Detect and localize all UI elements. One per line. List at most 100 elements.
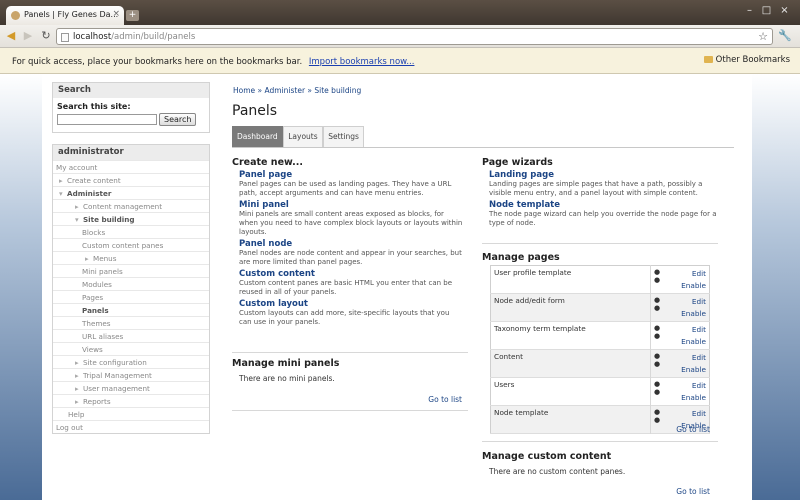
edit-link[interactable]: Edit	[654, 408, 706, 420]
divider-left-bottom	[232, 410, 468, 411]
bookmark-star-icon[interactable]: ☆	[758, 30, 768, 43]
create-new-section: Create new... Panel page Panel pages can…	[232, 157, 468, 327]
node-template-link[interactable]: Node template	[489, 200, 720, 210]
menu-item-administer[interactable]: ▾ Administer	[53, 186, 209, 199]
tab-settings[interactable]: Settings	[323, 126, 364, 147]
edit-link[interactable]: Edit	[654, 296, 706, 308]
menu-item-views[interactable]: Views	[53, 342, 209, 355]
enable-link[interactable]: Enable	[654, 392, 706, 404]
menu-item-site-configuration[interactable]: ▸ Site configuration	[53, 355, 209, 368]
page-name: Node add/edit form	[490, 293, 651, 322]
tab-dashboard[interactable]: Dashboard	[232, 126, 283, 147]
divider-right	[482, 243, 718, 244]
page-title: Panels	[232, 103, 278, 119]
minimize-icon[interactable]: –	[742, 4, 757, 18]
other-bookmarks-label: Other Bookmarks	[715, 55, 790, 65]
menu-item-help[interactable]: Help	[53, 407, 209, 420]
divider-left	[232, 352, 468, 353]
edit-link[interactable]: Edit	[654, 380, 706, 392]
table-row: Node add/edit form ● ● Edit Enable	[490, 293, 710, 322]
enable-link[interactable]: Enable	[654, 280, 706, 292]
menu-item-modules[interactable]: Modules	[53, 277, 209, 290]
menu-item-pages[interactable]: Pages	[53, 290, 209, 303]
tab-layouts[interactable]: Layouts	[283, 126, 323, 147]
background-left	[0, 74, 42, 500]
custom-layout-link[interactable]: Custom layout	[239, 299, 468, 309]
wrench-icon[interactable]: 🔧	[777, 29, 793, 43]
bookmarks-hint: For quick access, place your bookmarks h…	[12, 57, 303, 67]
other-bookmarks-button[interactable]: Other Bookmarks	[703, 55, 790, 65]
tab-divider	[232, 147, 734, 148]
wizards-section: Page wizards Landing page Landing pages …	[482, 157, 720, 228]
menu-item-user-management[interactable]: ▸ User management	[53, 381, 209, 394]
page-name: User profile template	[490, 265, 651, 294]
menu-item-log-out[interactable]: Log out	[53, 420, 209, 433]
menu-item-site-building[interactable]: ▾ Site building	[53, 212, 209, 225]
url-host: localhost	[73, 32, 112, 42]
menu-item-menus[interactable]: ▸ Menus	[53, 251, 209, 264]
custom-layout-desc: Custom layouts can add more, site-specif…	[239, 309, 450, 326]
enable-link[interactable]: Enable	[654, 308, 706, 320]
menu-item-content-management[interactable]: ▸ Content management	[53, 199, 209, 212]
mini-panels-goto-link[interactable]: Go to list	[402, 395, 462, 404]
node-template-desc: The node page wizard can help you overri…	[489, 210, 717, 227]
menu-item-blocks[interactable]: Blocks	[53, 225, 209, 238]
tab-title: Panels | Fly Genes Da...	[24, 10, 119, 19]
edit-link[interactable]: Edit	[654, 352, 706, 364]
reload-icon[interactable]: ↻	[38, 29, 54, 43]
manage-pages-heading: Manage pages	[482, 252, 560, 263]
panel-node-desc: Panel nodes are node content and appear …	[239, 249, 462, 266]
admin-menu: My account ▸ Create content ▾ Administer ▸…	[53, 160, 209, 433]
custom-content-heading: Manage custom content	[482, 451, 612, 462]
menu-item-reports[interactable]: ▸ Reports	[53, 394, 209, 407]
import-bookmarks-link[interactable]: Import bookmarks now...	[309, 57, 415, 67]
manage-pages-table: User profile template ● ● Edit Enable Node …	[490, 265, 710, 434]
menu-item-create-content[interactable]: ▸ Create content	[53, 173, 209, 186]
bullet: ● ●	[654, 268, 661, 284]
search-input[interactable]	[57, 114, 157, 125]
panel-page-link[interactable]: Panel page	[239, 170, 468, 180]
address-bar[interactable]: localhost/admin/build/panels ☆	[56, 28, 773, 45]
divider-right-2	[482, 441, 718, 442]
new-tab-button[interactable]: +	[126, 10, 139, 21]
close-tab-icon[interactable]: ×	[112, 9, 120, 19]
manage-pages-goto-link[interactable]: Go to list	[650, 425, 710, 434]
menu-item-my-account[interactable]: My account	[53, 160, 209, 173]
back-icon[interactable]: ◀	[3, 29, 19, 43]
menu-item-url-aliases[interactable]: URL aliases	[53, 329, 209, 342]
custom-content-link[interactable]: Custom content	[239, 269, 468, 279]
background-right	[752, 74, 800, 500]
browser-tab[interactable]: Panels | Fly Genes Da... ×	[6, 6, 124, 25]
close-window-icon[interactable]: ×	[777, 4, 792, 18]
menu-item-tripal-management[interactable]: ▸ Tripal Management	[53, 368, 209, 381]
menu-item-mini-panels[interactable]: Mini panels	[53, 264, 209, 277]
admin-block-title: administrator	[53, 145, 209, 160]
landing-page-desc: Landing pages are simple pages that have…	[489, 180, 703, 197]
edit-link[interactable]: Edit	[654, 324, 706, 336]
menu-item-panels[interactable]: Panels	[53, 303, 209, 316]
table-row: User profile template ● ● Edit Enable	[490, 265, 710, 294]
bullet: ● ●	[654, 296, 661, 312]
panel-node-link[interactable]: Panel node	[239, 239, 468, 249]
bullet: ● ●	[654, 380, 661, 396]
edit-link[interactable]: Edit	[654, 268, 706, 280]
wizards-heading: Page wizards	[482, 157, 553, 168]
enable-link[interactable]: Enable	[654, 336, 706, 348]
search-button[interactable]: Search	[159, 113, 197, 126]
bullet: ● ●	[654, 324, 661, 340]
search-block: Search Search this site: Search	[52, 82, 210, 133]
menu-item-custom-content-panes[interactable]: Custom content panes	[53, 238, 209, 251]
maximize-icon[interactable]: □	[759, 4, 774, 18]
forward-icon[interactable]: ▶	[20, 29, 36, 43]
custom-content-goto-link[interactable]: Go to list	[650, 487, 710, 496]
menu-item-themes[interactable]: Themes	[53, 316, 209, 329]
mini-panels-section: Manage mini panels There are no mini pan…	[232, 358, 468, 383]
breadcrumb[interactable]: Home » Administer » Site building	[233, 86, 361, 95]
enable-link[interactable]: Enable	[654, 364, 706, 376]
folder-icon	[703, 56, 713, 63]
search-block-title: Search	[53, 83, 209, 98]
panel-page-desc: Panel pages can be used as landing pages…	[239, 180, 452, 197]
landing-page-link[interactable]: Landing page	[489, 170, 720, 180]
page-name: Node template	[490, 405, 651, 434]
mini-panel-link[interactable]: Mini panel	[239, 200, 468, 210]
